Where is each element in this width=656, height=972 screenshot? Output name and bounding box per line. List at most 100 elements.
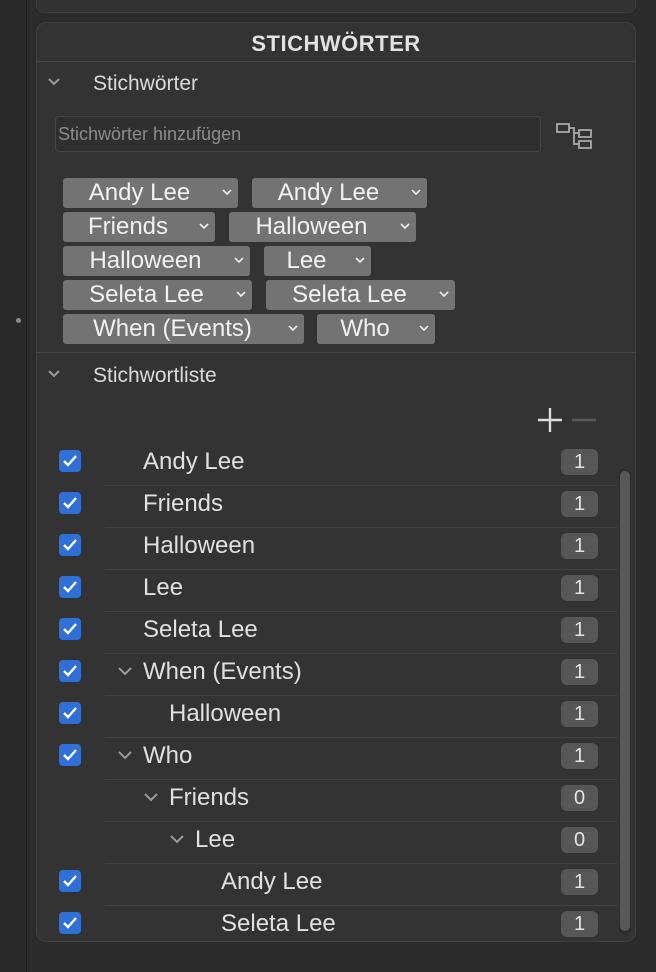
add-keyword-input[interactable] <box>55 116 541 152</box>
keyword-tag-label: Who <box>340 315 390 342</box>
count-badge: 0 <box>561 785 598 811</box>
keyword-tag[interactable]: When (Events) <box>63 314 304 344</box>
keyword-tag-label: Seleta Lee <box>89 281 204 308</box>
minus-icon <box>572 418 596 422</box>
keyword-tag[interactable]: Who <box>317 314 435 344</box>
chevron-down-icon <box>222 189 232 196</box>
list-item[interactable]: When (Events) 1 <box>37 654 617 696</box>
list-item-label: Lee <box>143 574 184 601</box>
keyword-tag-label: Halloween <box>255 213 368 240</box>
keyword-tag-label: Andy Lee <box>88 179 191 206</box>
checkbox[interactable] <box>59 618 81 640</box>
list-item[interactable]: Seleta Lee 1 <box>37 906 617 941</box>
list-item-label: When (Events) <box>143 658 302 685</box>
chevron-down-icon[interactable] <box>47 367 61 381</box>
chevron-down-icon <box>288 325 298 332</box>
checkmark-icon <box>63 875 77 887</box>
count-badge: 1 <box>561 617 598 643</box>
keyword-tag[interactable]: Seleta Lee <box>63 280 252 310</box>
checkbox[interactable] <box>59 534 81 556</box>
checkbox[interactable] <box>59 744 81 766</box>
chevron-down-icon[interactable] <box>117 747 133 763</box>
previous-panel-edge <box>36 0 636 13</box>
keyword-tag-label: Andy Lee <box>277 179 380 206</box>
scrollbar[interactable] <box>619 469 631 935</box>
list-item[interactable]: Halloween 1 <box>37 696 617 738</box>
checkbox[interactable] <box>59 492 81 514</box>
keyword-tag-label: When (Events) <box>93 315 252 342</box>
divider <box>37 352 635 353</box>
checkbox[interactable] <box>59 450 81 472</box>
keyword-tag-label: Halloween <box>89 247 202 274</box>
keyword-tag-label: Seleta Lee <box>292 281 407 308</box>
keyword-tag[interactable]: Halloween <box>63 246 250 276</box>
keyword-tag[interactable]: Andy Lee <box>63 178 238 208</box>
scrollbar-thumb[interactable] <box>620 471 630 931</box>
keyword-tag[interactable]: Lee <box>264 246 371 276</box>
checkbox[interactable] <box>59 702 81 724</box>
keywords-section-header[interactable]: Stichwörter <box>37 67 635 97</box>
list-item-label: Seleta Lee <box>221 910 336 937</box>
checkmark-icon <box>63 917 77 929</box>
list-item-label: Friends <box>143 490 224 517</box>
keyword-tag[interactable]: Halloween <box>229 212 416 242</box>
keyword-tag[interactable]: Friends <box>63 212 215 242</box>
checkmark-icon <box>63 581 77 593</box>
count-badge: 1 <box>561 701 598 727</box>
chevron-down-icon <box>355 257 365 264</box>
checkmark-icon <box>63 623 77 635</box>
list-item-label: Andy Lee <box>143 448 245 475</box>
keyword-tag-label: Lee <box>286 247 327 274</box>
list-item[interactable]: Andy Lee 1 <box>37 864 617 906</box>
resize-handle[interactable] <box>16 318 21 323</box>
list-item[interactable]: Friends 1 <box>37 486 617 528</box>
list-item[interactable]: Lee 1 <box>37 570 617 612</box>
list-item-label: Andy Lee <box>221 868 323 895</box>
chevron-down-icon <box>236 291 246 298</box>
checkmark-icon <box>63 455 77 467</box>
checkmark-icon <box>63 539 77 551</box>
count-badge: 1 <box>561 533 598 559</box>
list-item[interactable]: Lee 0 <box>37 822 617 864</box>
chevron-down-icon <box>234 257 244 264</box>
chevron-down-icon[interactable] <box>117 663 133 679</box>
count-badge: 1 <box>561 449 598 475</box>
chevron-down-icon <box>199 223 209 230</box>
checkmark-icon <box>63 665 77 677</box>
count-badge: 1 <box>561 575 598 601</box>
keyword-list-section-header[interactable]: Stichwortliste <box>37 359 635 389</box>
chevron-down-icon <box>411 189 421 196</box>
list-item[interactable]: Who 1 <box>37 738 617 780</box>
list-item-label: Halloween <box>169 700 282 727</box>
list-item[interactable]: Seleta Lee 1 <box>37 612 617 654</box>
section-label: Stichwortliste <box>93 364 217 387</box>
divider <box>37 61 635 62</box>
checkbox[interactable] <box>59 912 81 934</box>
chevron-down-icon[interactable] <box>47 75 61 89</box>
list-item-label: Friends <box>169 784 250 811</box>
list-item[interactable]: Halloween 1 <box>37 528 617 570</box>
keywords-panel: STICHWÖRTER Stichwörter Andy Lee Andy Le… <box>36 22 636 942</box>
list-item-label: Lee <box>195 826 236 853</box>
list-item-label: Halloween <box>143 532 256 559</box>
chevron-down-icon <box>400 223 410 230</box>
count-badge: 1 <box>561 869 598 895</box>
list-item[interactable]: Friends 0 <box>37 780 617 822</box>
chevron-down-icon[interactable] <box>169 831 185 847</box>
list-item[interactable]: Andy Lee 1 <box>37 444 617 486</box>
keyword-tag[interactable]: Seleta Lee <box>266 280 455 310</box>
panel-title: STICHWÖRTER <box>251 31 421 56</box>
checkbox[interactable] <box>59 576 81 598</box>
count-badge: 0 <box>561 827 598 853</box>
checkmark-icon <box>63 497 77 509</box>
plus-icon[interactable] <box>535 405 565 435</box>
keyword-tag[interactable]: Andy Lee <box>252 178 427 208</box>
checkbox[interactable] <box>59 660 81 682</box>
list-item-label: Who <box>143 742 193 769</box>
count-badge: 1 <box>561 491 598 517</box>
chevron-down-icon <box>439 291 449 298</box>
chevron-down-icon[interactable] <box>143 789 159 805</box>
hierarchy-icon[interactable] <box>555 121 595 151</box>
chevron-down-icon <box>419 325 429 332</box>
checkbox[interactable] <box>59 870 81 892</box>
